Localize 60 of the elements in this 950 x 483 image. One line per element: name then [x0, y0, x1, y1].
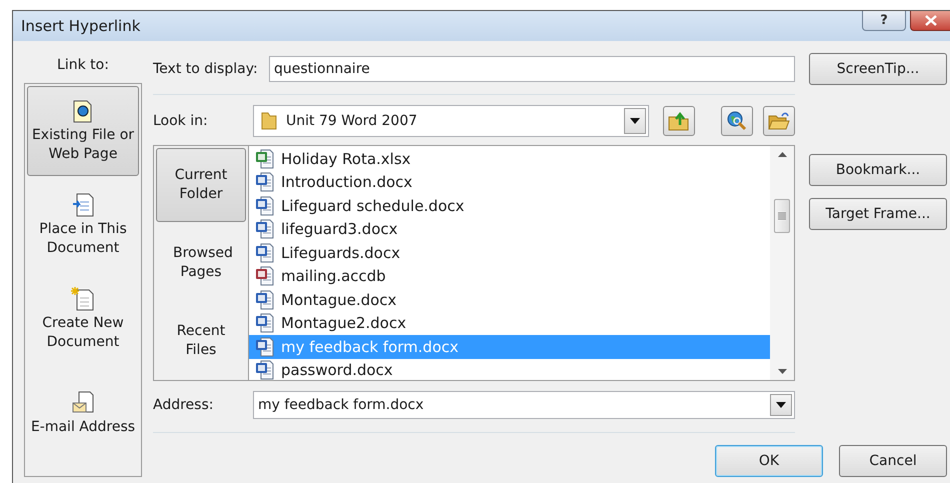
envelope-icon — [71, 390, 95, 416]
bookmark-button[interactable]: Bookmark... — [809, 154, 947, 186]
caret-icon — [630, 118, 640, 124]
file-item[interactable]: Montague.docx — [249, 288, 770, 312]
folder-up-icon — [668, 111, 690, 131]
globe-search-icon — [726, 110, 748, 132]
link-to-label: Link to: — [57, 56, 109, 75]
close-icon — [924, 15, 936, 26]
address-field[interactable]: my feedback form.docx — [253, 391, 795, 419]
file-item[interactable]: mailing.accdb — [249, 264, 770, 288]
dropdown-button[interactable] — [770, 394, 792, 416]
browse-tab[interactable]: Current Folder — [156, 148, 246, 222]
dialog-button[interactable]: Cancel — [839, 445, 947, 477]
caret-icon — [776, 402, 786, 408]
scroll-down-icon — [778, 369, 786, 374]
file-icon — [255, 266, 275, 286]
file-item[interactable]: Holiday Rota.xlsx — [249, 147, 770, 170]
dropdown-button[interactable] — [624, 108, 646, 134]
file-icon — [255, 336, 275, 357]
grip-icon — [778, 212, 786, 220]
file-icon — [255, 313, 275, 334]
file-icon — [255, 219, 275, 240]
field-label: Text to display: — [153, 61, 259, 77]
file-item[interactable]: password.docx — [249, 358, 770, 380]
open-folder-icon — [768, 111, 790, 131]
file-icon — [255, 290, 275, 310]
link-type-button[interactable]: Create New Document — [27, 276, 139, 362]
scroll-up-icon — [778, 152, 786, 157]
text-to-display-field[interactable]: questionnaire — [269, 56, 795, 82]
close-button[interactable] — [910, 11, 950, 31]
file-icon — [255, 196, 275, 216]
new-document-icon — [71, 286, 95, 312]
browse-web-button[interactable] — [721, 106, 753, 136]
file-icon — [255, 172, 275, 192]
file-icon — [255, 242, 275, 263]
file-item[interactable]: Introduction.docx — [249, 170, 770, 194]
link-type-button[interactable]: E-mail Address — [27, 370, 139, 456]
file-item[interactable]: lifeguard3.docx — [249, 218, 770, 241]
browse-file-button[interactable] — [763, 106, 795, 136]
link-type-button[interactable]: Existing File or Web Page — [27, 86, 139, 176]
field-label: Look in: — [153, 113, 209, 129]
look-in-dropdown[interactable]: Unit 79 Word 2007 — [253, 105, 649, 137]
scrollbar[interactable] — [770, 146, 794, 380]
field-label: Address: — [153, 397, 214, 413]
file-item[interactable]: Lifeguards.docx — [249, 241, 770, 264]
document-icon — [71, 192, 95, 218]
link-type-button[interactable]: Place in This Document — [27, 182, 139, 268]
scroll-thumb[interactable] — [774, 198, 790, 232]
browse-tab[interactable]: Recent Files — [156, 304, 246, 378]
file-item[interactable]: Montague2.docx — [249, 312, 770, 335]
screentip-button[interactable]: ScreenTip... — [809, 53, 947, 85]
dialog-button[interactable]: OK — [715, 445, 823, 477]
browse-tab[interactable]: Browsed Pages — [156, 226, 246, 300]
target-frame-button[interactable]: Target Frame... — [809, 198, 947, 230]
file-icon — [255, 148, 275, 169]
up-folder-button[interactable] — [663, 106, 695, 136]
window-title: Insert Hyperlink — [21, 17, 140, 35]
help-button[interactable]: ? — [862, 11, 906, 31]
folder-icon — [260, 111, 278, 131]
file-item[interactable]: Lifeguard schedule.docx — [249, 194, 770, 218]
